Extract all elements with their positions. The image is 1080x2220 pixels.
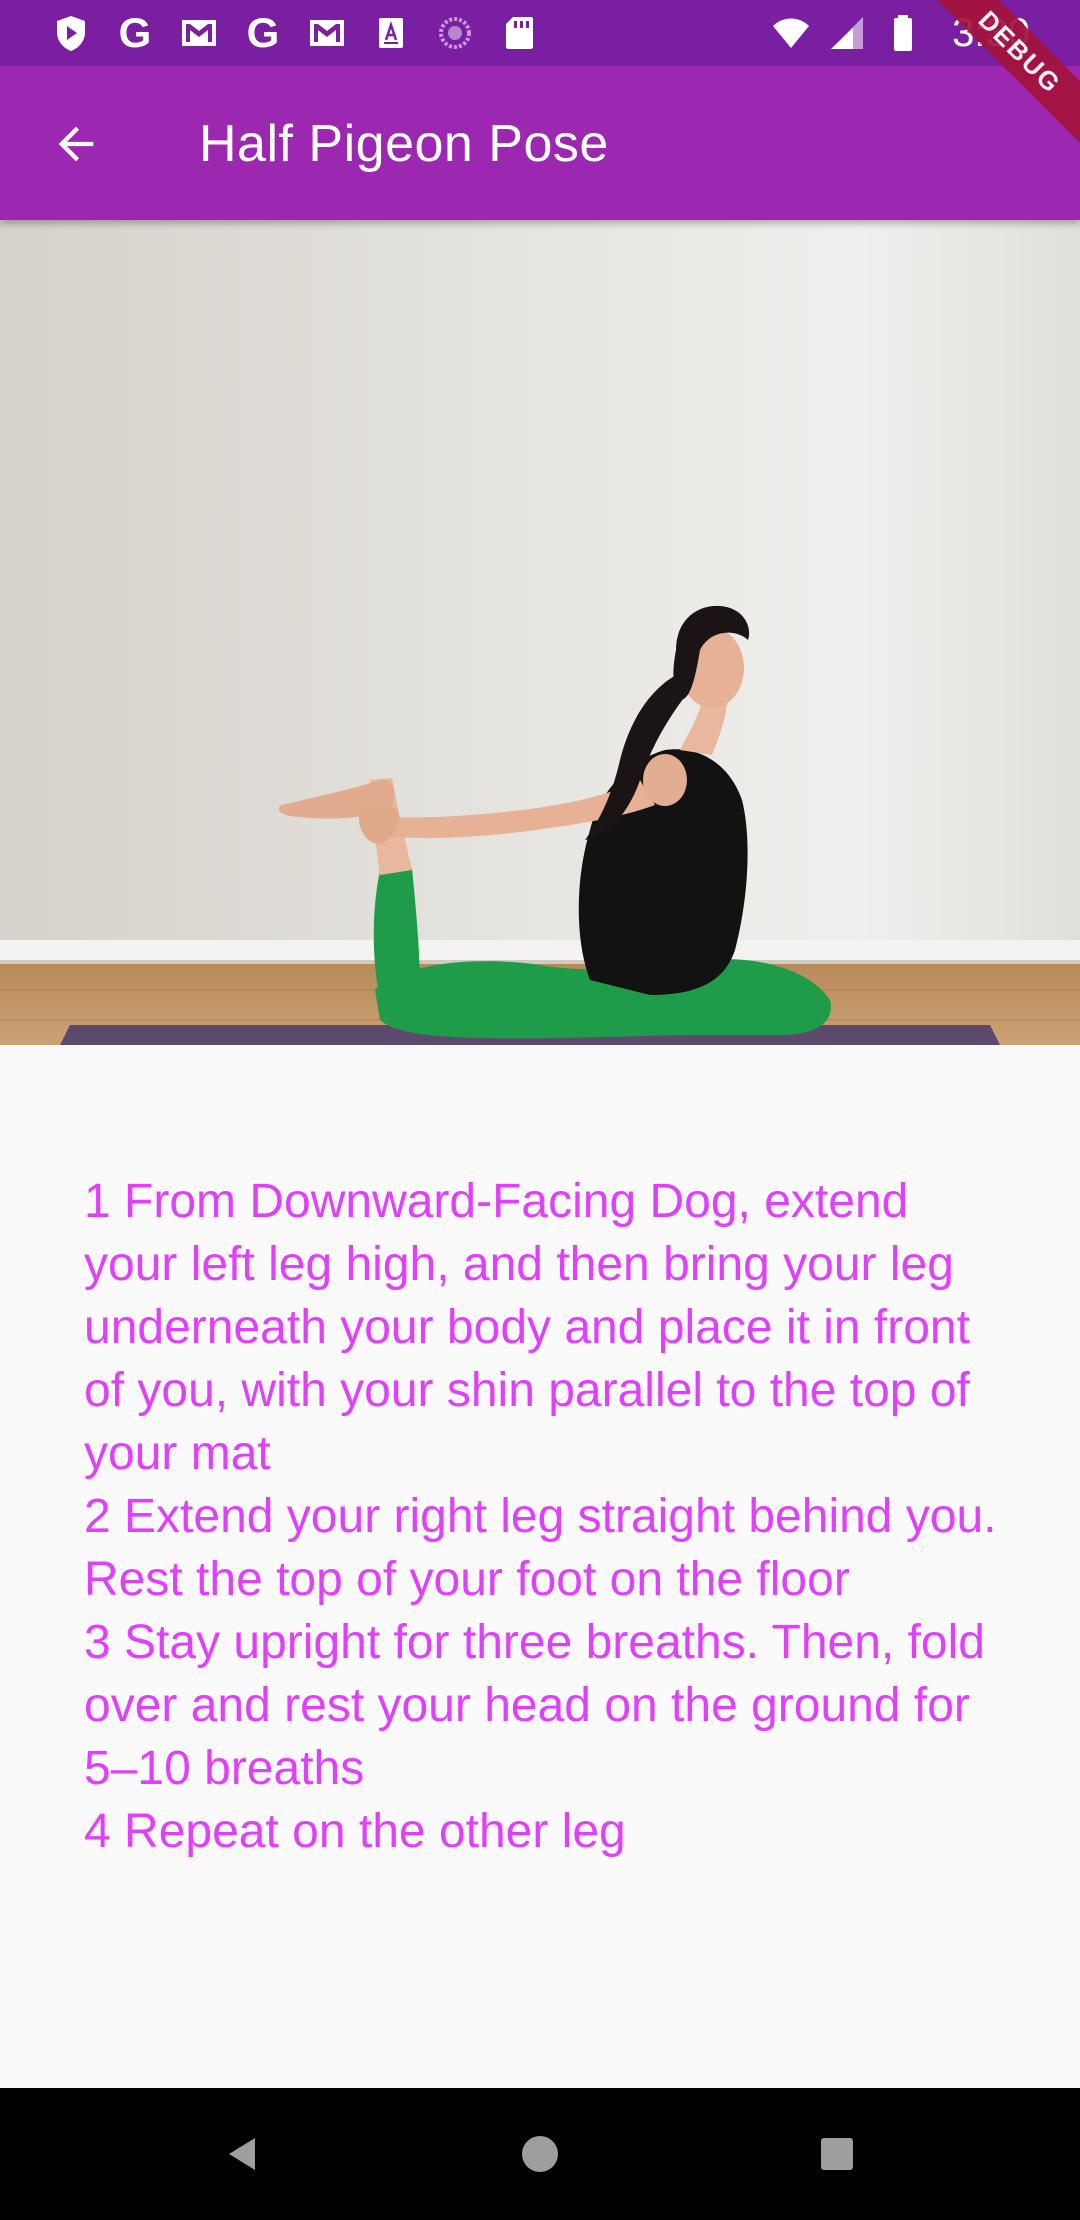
pose-instructions: 1 From Downward-Facing Dog, extend your … [84,1170,1014,1863]
screen: G G DEBUG Half Pigeon Pose 1 From Downwa… [0,0,1080,2220]
pose-photo [0,220,1080,1045]
status-bar: G G [0,0,1080,66]
nav-back-button[interactable] [205,2116,281,2192]
instruction-step: 4 Repeat on the other leg [84,1805,626,1858]
instruction-step: 3 Stay upright for three breaths. Then, … [84,1616,985,1795]
signal-icon [826,12,868,54]
arrow-back-icon [58,126,94,162]
battery-icon [882,12,924,54]
home-circle-icon [522,2136,558,2172]
pose-illustration [0,220,1080,1045]
instruction-step: 1 From Downward-Facing Dog, extend your … [84,1175,970,1480]
page-title: Half Pigeon Pose [199,115,609,173]
sd-card-icon [498,12,540,54]
sync-icon [434,12,476,54]
gmail-icon [306,12,348,54]
notification-icons: G G [50,10,540,56]
wifi-icon [770,12,812,54]
google-icon: G [118,9,152,56]
gmail-icon [178,12,220,54]
app-bar: Half Pigeon Pose [0,66,1080,220]
back-triangle-icon [229,2138,255,2170]
system-nav-bar [0,2088,1080,2220]
instruction-step: 2 Extend your right leg straight behind … [84,1490,997,1606]
font-app-icon [370,12,412,54]
google-icon: G [246,9,280,56]
recents-square-icon [821,2138,853,2170]
nav-home-button[interactable] [502,2116,578,2192]
back-button[interactable] [34,102,118,186]
nav-recents-button[interactable] [799,2116,875,2192]
shield-icon [50,12,92,54]
